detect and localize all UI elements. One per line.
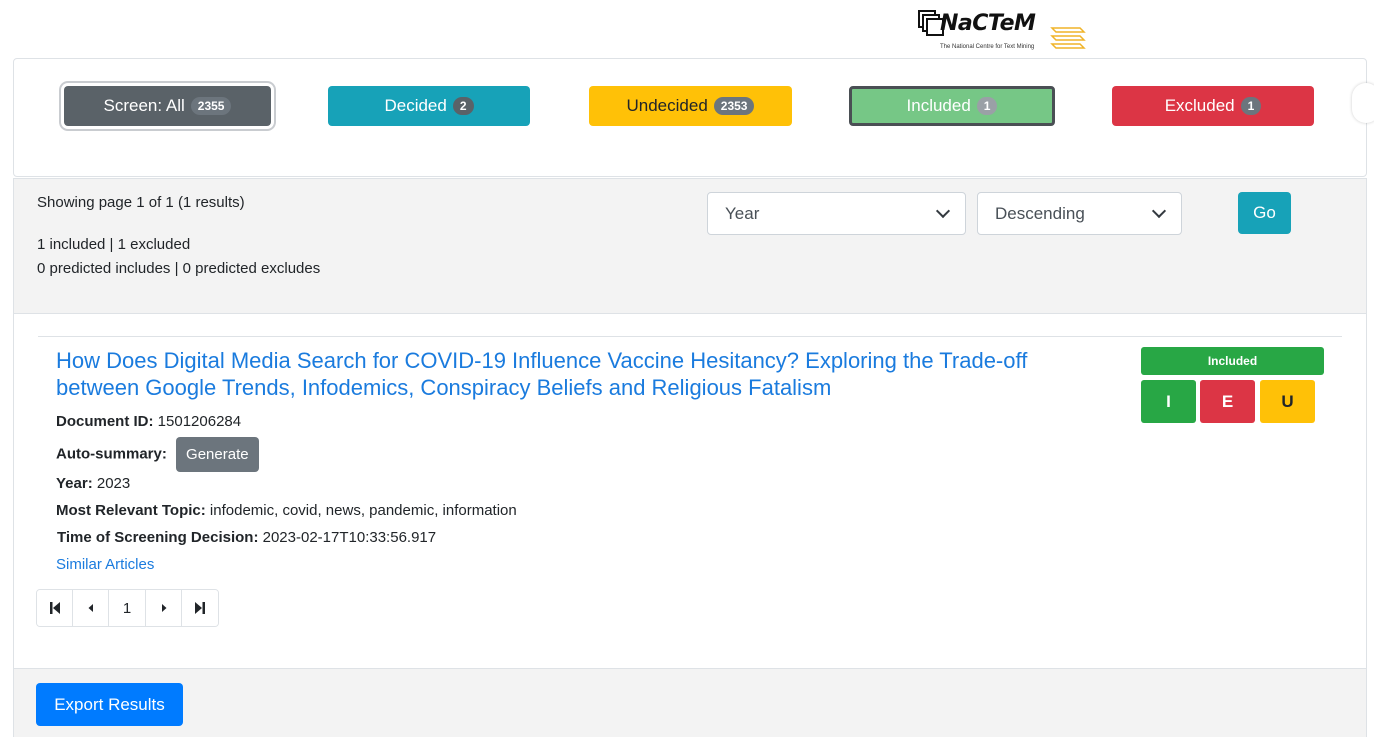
side-scroll-handle[interactable] [1352,83,1374,123]
last-page-button[interactable] [182,590,218,626]
filter-excluded-count: 1 [1240,97,1262,115]
result-list: How Does Digital Media Search for COVID-… [13,313,1367,668]
filter-undecided-label: Undecided [626,96,708,115]
filter-included-button[interactable]: Included 1 [849,86,1055,126]
sort-field-value: Year [725,203,760,223]
page-number-button[interactable]: 1 [109,590,146,626]
logo-lines-icon [1050,27,1086,49]
topic-label: Most Relevant Topic: [56,502,206,519]
topic-value: infodemic, covid, news, pandemic, inform… [209,502,517,519]
document-id-value: 1501206284 [157,413,242,430]
caret-right-icon [161,604,166,612]
export-results-button[interactable]: Export Results [36,683,183,726]
screening-time-row: Time of Screening Decision: 2023-02-17T1… [57,529,436,546]
chevron-down-icon [1151,203,1167,219]
decision-counts-text: 1 included | 1 excluded [37,236,191,253]
year-value: 2023 [96,475,131,492]
results-header: Showing page 1 of 1 (1 results) 1 includ… [13,178,1367,313]
next-page-button[interactable] [146,590,182,626]
filter-all-count: 2355 [190,97,232,115]
prediction-counts-text: 0 predicted includes | 0 predicted exclu… [37,260,321,277]
chevron-down-icon [935,203,951,219]
sort-field-select[interactable]: Year [707,192,966,235]
skip-last-icon [195,602,205,614]
screening-filter-bar: Screen: All 2355 Decided 2 Undecided 235… [13,58,1374,177]
filter-included-label: Included [906,96,971,115]
prev-page-button[interactable] [73,590,109,626]
topic-row: Most Relevant Topic: infodemic, covid, n… [56,502,517,519]
document-id-label: Document ID: [56,413,154,430]
go-button[interactable]: Go [1238,192,1291,234]
page-info-text: Showing page 1 of 1 (1 results) [37,194,245,211]
filter-excluded-label: Excluded [1164,96,1235,115]
pagination: 1 [36,589,219,627]
sort-order-select[interactable]: Descending [977,192,1182,235]
filter-all-label: Screen: All [103,96,185,115]
filter-undecided-count: 2353 [713,97,755,115]
first-page-button[interactable] [37,590,73,626]
document-id-row: Document ID: 1501206284 [56,413,241,430]
screening-time-value: 2023-02-17T10:33:56.917 [262,529,437,546]
skip-first-icon [49,602,60,614]
divider [38,336,1342,337]
caret-left-icon [88,604,93,612]
similar-articles-link[interactable]: Similar Articles [56,556,154,573]
sort-order-value: Descending [995,203,1085,223]
auto-summary-row: Auto-summary: Generate [56,437,259,472]
article-title-link[interactable]: How Does Digital Media Search for COVID-… [56,347,1066,401]
filter-decided-count: 2 [452,97,474,115]
logo-name: NaCTeM [940,11,1036,36]
filter-all-button[interactable]: Screen: All 2355 [64,86,271,126]
filter-included-count: 1 [976,97,998,115]
exclude-button[interactable]: E [1200,380,1255,423]
year-row: Year: 2023 [56,475,130,492]
nactem-logo: NaCTeM The National Centre for Text Mini… [918,8,1088,56]
logo-subtitle: The National Centre for Text Mining [940,44,1035,50]
filter-excluded-button[interactable]: Excluded 1 [1112,86,1314,126]
year-label: Year: [56,475,93,492]
filter-decided-button[interactable]: Decided 2 [328,86,530,126]
generate-summary-button[interactable]: Generate [176,437,259,472]
include-button[interactable]: I [1141,380,1196,423]
status-badge: Included [1141,347,1324,375]
auto-summary-label: Auto-summary: [56,445,167,463]
results-footer: Export Results [13,668,1367,737]
screening-time-label: Time of Screening Decision: [57,529,259,546]
filter-undecided-button[interactable]: Undecided 2353 [589,86,792,126]
filter-decided-label: Decided [384,96,447,115]
undecided-button[interactable]: U [1260,380,1315,423]
